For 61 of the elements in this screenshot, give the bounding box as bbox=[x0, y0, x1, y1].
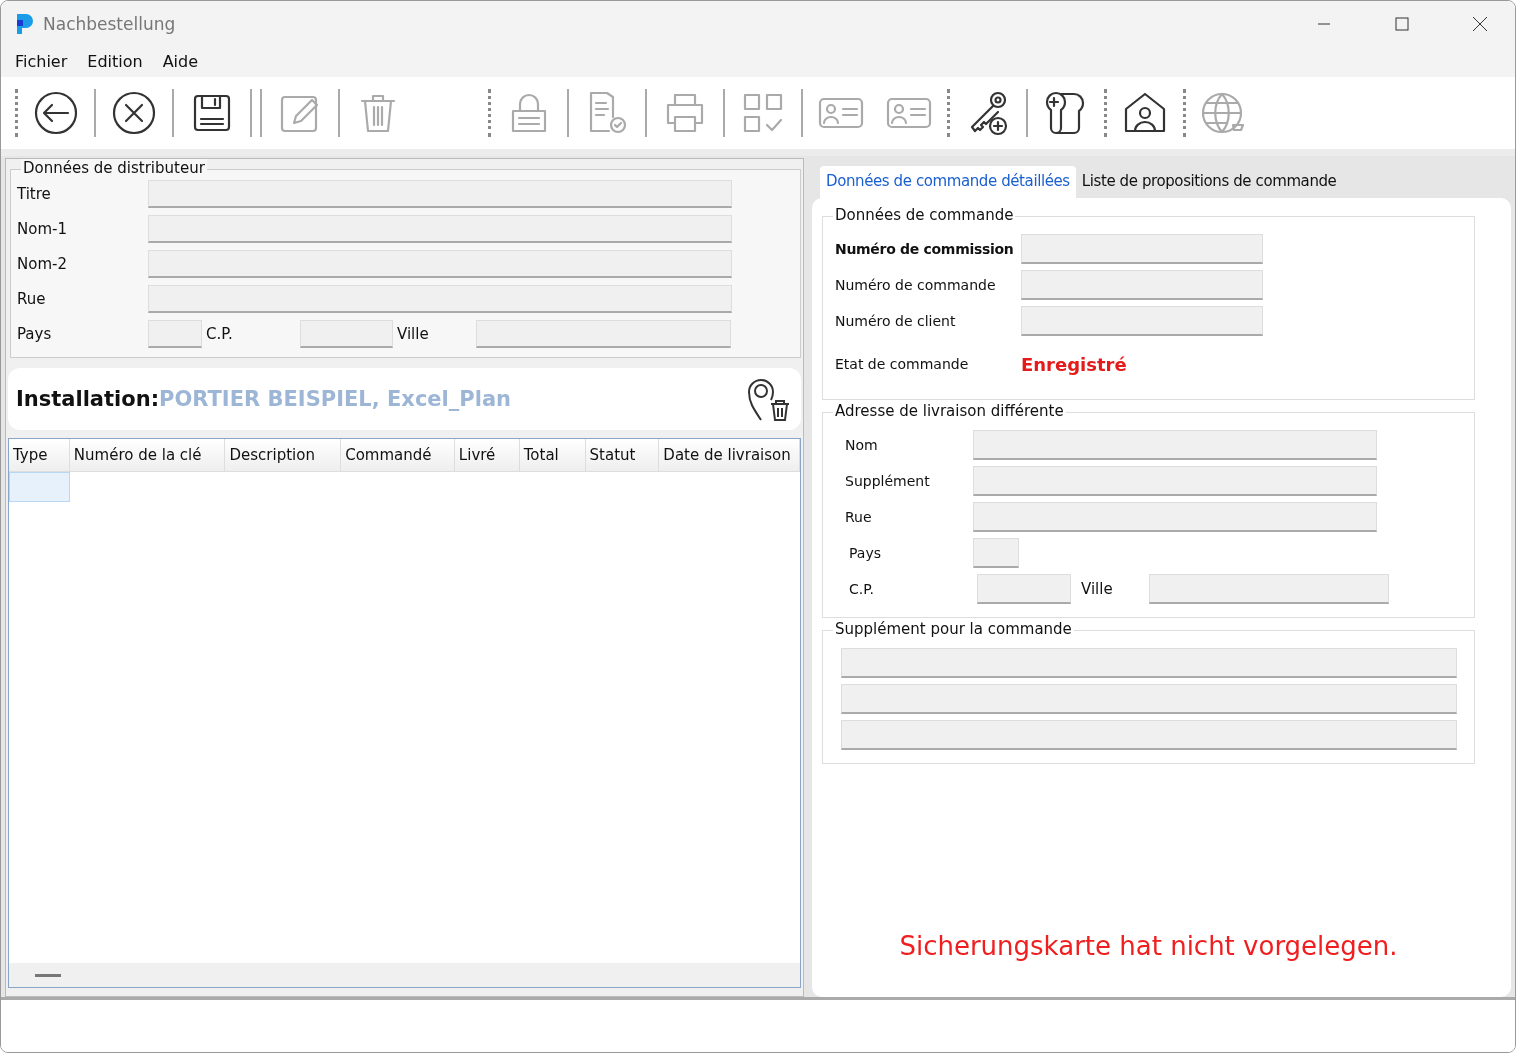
input-field[interactable] bbox=[1021, 234, 1263, 264]
input-field[interactable] bbox=[973, 538, 1019, 568]
input-field[interactable] bbox=[1021, 270, 1263, 300]
input-field[interactable] bbox=[148, 214, 732, 243]
column-header[interactable]: Numéro de la clé bbox=[69, 439, 226, 471]
minimize-icon bbox=[1317, 22, 1331, 25]
field-label: Ville bbox=[1080, 580, 1114, 598]
field-label: Pays bbox=[17, 324, 53, 343]
column-header[interactable]: Total bbox=[519, 439, 586, 471]
field-label: C.P. bbox=[848, 581, 875, 597]
menu-item[interactable]: Fichier bbox=[5, 52, 78, 71]
input-field[interactable] bbox=[841, 648, 1457, 678]
field-label: Nom bbox=[844, 437, 879, 453]
column-header[interactable]: Description bbox=[225, 439, 342, 471]
column-header[interactable]: Statut bbox=[585, 439, 660, 471]
input-field[interactable] bbox=[977, 574, 1071, 604]
input-field[interactable] bbox=[148, 319, 202, 348]
field-label: Ville bbox=[396, 324, 430, 343]
field-label: Nom-1 bbox=[17, 219, 68, 238]
tab[interactable]: Données de commande détaillées bbox=[820, 166, 1076, 198]
close-icon bbox=[1472, 15, 1488, 32]
window-title: Nachbestellung bbox=[43, 13, 177, 34]
field-label: C.P. bbox=[205, 324, 234, 343]
input-field[interactable] bbox=[973, 466, 1377, 496]
menu-item[interactable]: Edition bbox=[77, 52, 153, 71]
input-field[interactable] bbox=[841, 720, 1457, 750]
input-field[interactable] bbox=[973, 430, 1377, 460]
input-field[interactable] bbox=[973, 502, 1377, 532]
menu-item[interactable]: Aide bbox=[152, 52, 209, 71]
input-field[interactable] bbox=[148, 284, 732, 313]
status-text: Enregistré bbox=[1021, 353, 1127, 375]
input-field[interactable] bbox=[841, 684, 1457, 714]
field-label: Nom-2 bbox=[17, 254, 68, 273]
column-header[interactable]: Type bbox=[9, 439, 70, 471]
input-field[interactable] bbox=[148, 249, 732, 278]
warning-message: Sicherungskarte hat nicht vorgelegen. bbox=[898, 931, 1399, 961]
field-label: Numéro de client bbox=[835, 313, 957, 329]
field-label: Numéro de commission bbox=[835, 241, 1015, 257]
group-title: Supplément pour la commande bbox=[833, 620, 1074, 638]
field-label: Rue bbox=[17, 289, 47, 308]
installation-label: Installation: bbox=[16, 387, 160, 411]
field-label: Numéro de commande bbox=[835, 277, 997, 293]
input-field[interactable] bbox=[1021, 306, 1263, 336]
input-field[interactable] bbox=[476, 319, 731, 348]
input-field[interactable] bbox=[1149, 574, 1389, 604]
field-label: Rue bbox=[844, 509, 873, 525]
tab[interactable]: Liste de propositions de commande bbox=[1075, 166, 1343, 198]
field-label: Etat de commande bbox=[835, 356, 970, 372]
table-cell[interactable] bbox=[9, 472, 70, 502]
installation-value: PORTIER BEISPIEL, Excel_Plan bbox=[159, 387, 512, 411]
column-header[interactable]: Livré bbox=[454, 439, 520, 471]
input-field[interactable] bbox=[148, 179, 732, 208]
field-label: Pays bbox=[848, 545, 882, 561]
column-header[interactable]: Commandé bbox=[341, 439, 455, 471]
input-field[interactable] bbox=[300, 319, 393, 348]
field-label: Titre bbox=[17, 184, 52, 203]
cancel-icon bbox=[110, 89, 158, 137]
scrollbar[interactable] bbox=[9, 963, 800, 987]
field-label: Supplément bbox=[844, 473, 931, 489]
maximize-icon bbox=[1395, 16, 1409, 31]
column-header[interactable]: Date de livraison bbox=[659, 439, 800, 471]
